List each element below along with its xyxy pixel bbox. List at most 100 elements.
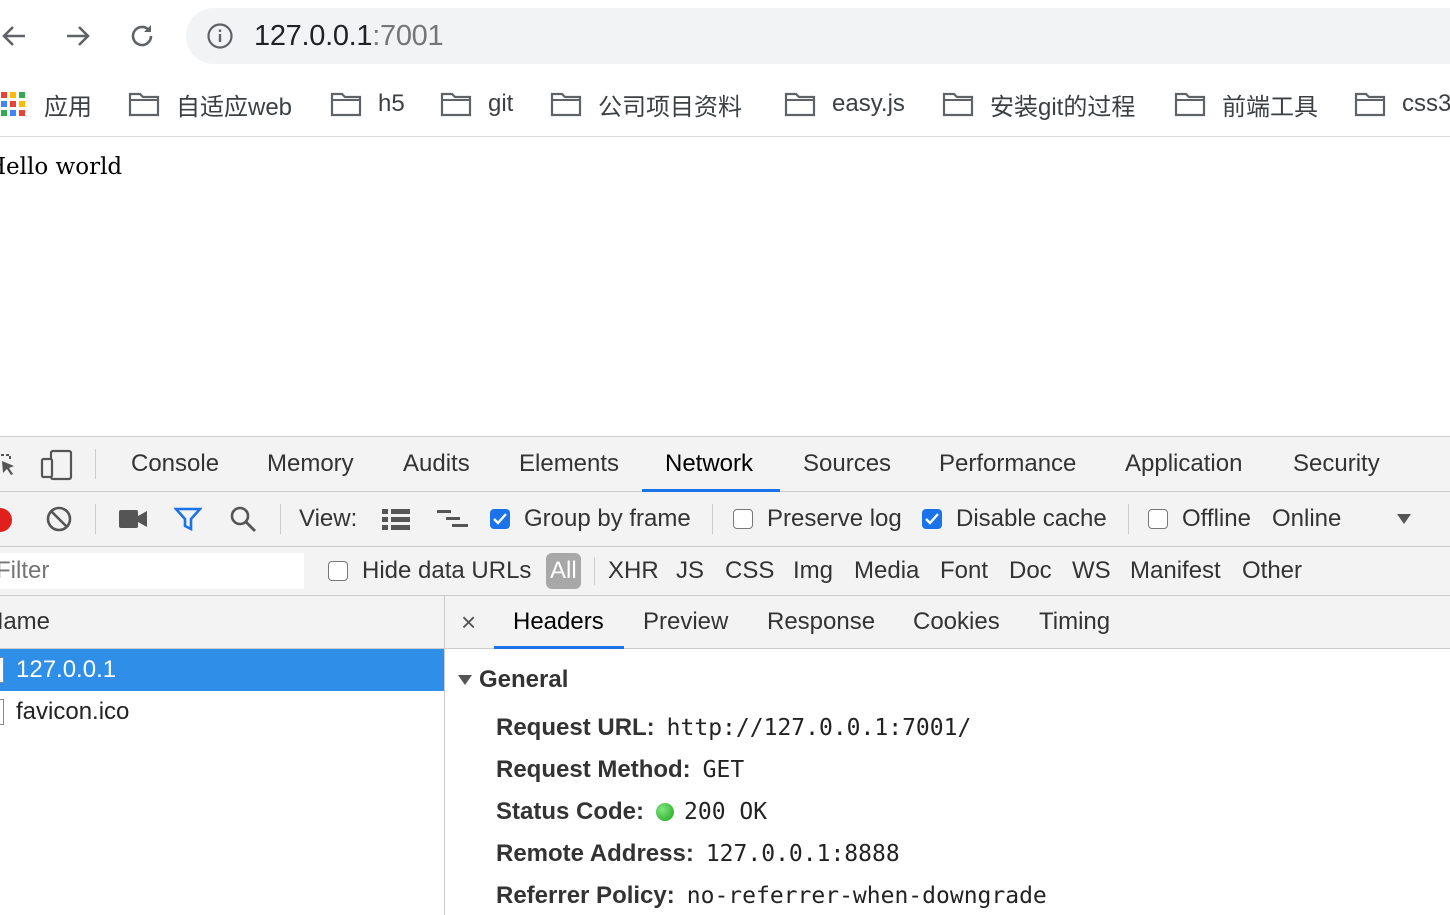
filter-type-xhr[interactable]: XHR	[608, 547, 659, 595]
filter-type-css[interactable]: CSS	[725, 547, 774, 595]
request-name: 127.0.0.1	[16, 656, 117, 683]
tab-sources[interactable]: Sources	[803, 437, 891, 491]
folder-icon	[128, 92, 160, 117]
record-icon[interactable]	[0, 506, 14, 534]
bookmark-folder[interactable]: git	[440, 84, 513, 124]
browser-toolbar: 127.0.0.1:7001	[0, 0, 1450, 74]
filter-type-media[interactable]: Media	[854, 547, 919, 595]
file-icon	[0, 699, 4, 725]
url-port: :7001	[372, 20, 444, 52]
document-file-icon	[0, 657, 4, 683]
checkbox-checked-icon	[922, 509, 942, 529]
bookmark-folder[interactable]: css3	[1354, 84, 1450, 124]
tab-cookies[interactable]: Cookies	[913, 596, 1000, 648]
bookmark-folder[interactable]: 安装git的过程	[942, 84, 1135, 124]
offline-checkbox[interactable]: Offline	[1148, 492, 1251, 546]
dropdown-arrow-icon	[1397, 514, 1411, 524]
triangle-down-icon	[458, 675, 472, 685]
filter-type-js[interactable]: JS	[676, 547, 704, 595]
bookmarks-bar: 应用 自适应web h5 git 公司项目资料 easy.js 安装git的过程…	[0, 74, 1450, 137]
bookmark-folder[interactable]: 前端工具	[1174, 84, 1318, 124]
filter-type-all[interactable]: All	[546, 553, 581, 589]
bookmark-label: css3	[1402, 90, 1450, 117]
screenshot-camera-icon[interactable]	[118, 508, 148, 530]
address-bar[interactable]: 127.0.0.1:7001	[186, 8, 1450, 64]
waterfall-overview-icon[interactable]	[436, 508, 470, 530]
filter-type-other[interactable]: Other	[1242, 547, 1302, 595]
request-row[interactable]: 127.0.0.1	[0, 649, 444, 691]
tab-headers[interactable]: Headers	[513, 596, 604, 648]
bookmark-folder[interactable]: 自适应web	[128, 84, 292, 124]
request-url-row: Request URL: http://127.0.0.1:7001/	[496, 714, 971, 742]
request-list: Name 127.0.0.1 favicon.ico	[0, 596, 445, 915]
checkbox-label: Group by frame	[524, 505, 691, 532]
tab-console[interactable]: Console	[131, 437, 219, 491]
detail-tabbar: × Headers Preview Response Cookies Timin…	[445, 596, 1450, 649]
tab-performance[interactable]: Performance	[939, 437, 1076, 491]
request-detail-panel: × Headers Preview Response Cookies Timin…	[445, 596, 1450, 915]
field-key: Request Method:	[496, 756, 691, 783]
tab-preview[interactable]: Preview	[643, 596, 728, 648]
disable-cache-checkbox[interactable]: Disable cache	[922, 492, 1107, 546]
filter-type-ws[interactable]: WS	[1072, 547, 1111, 595]
field-key: Referrer Policy:	[496, 882, 675, 909]
hide-data-urls-checkbox[interactable]: Hide data URLs	[328, 547, 531, 595]
tab-memory[interactable]: Memory	[267, 437, 354, 491]
tab-response[interactable]: Response	[767, 596, 875, 648]
referrer-policy-row: Referrer Policy: no-referrer-when-downgr…	[496, 882, 1047, 910]
reload-icon	[131, 25, 153, 47]
clear-icon[interactable]	[45, 505, 73, 533]
filter-type-img[interactable]: Img	[793, 547, 833, 595]
url-text[interactable]: 127.0.0.1:7001	[254, 20, 444, 53]
network-toolbar: View: Group by frame Preserve log Disabl…	[0, 492, 1450, 547]
inspect-element-icon[interactable]	[0, 451, 20, 479]
tab-audits[interactable]: Audits	[403, 437, 470, 491]
device-toolbar-icon[interactable]	[40, 449, 74, 481]
search-icon[interactable]	[229, 505, 257, 533]
page-body-text: Hello world	[0, 154, 123, 180]
filter-funnel-icon[interactable]	[174, 506, 202, 532]
back-button[interactable]	[0, 18, 32, 54]
tab-elements[interactable]: Elements	[519, 437, 619, 491]
bookmark-folder[interactable]: 公司项目资料	[550, 84, 742, 124]
checkbox-label: Disable cache	[956, 505, 1107, 532]
tab-network[interactable]: Network	[665, 437, 753, 491]
tab-security[interactable]: Security	[1293, 437, 1380, 491]
bookmark-folder[interactable]: h5	[330, 84, 405, 124]
close-detail-button[interactable]: ×	[461, 596, 476, 648]
filter-bar: Hide data URLs All XHR JS CSS Img Media …	[0, 547, 1450, 596]
bookmark-apps[interactable]: 应用	[0, 84, 92, 124]
forward-button[interactable]	[60, 18, 96, 54]
divider	[280, 504, 281, 534]
active-detail-tab-indicator	[494, 646, 624, 649]
checkbox-label: Preserve log	[767, 505, 902, 532]
group-by-frame-checkbox[interactable]: Group by frame	[490, 492, 691, 546]
view-label: View:	[299, 505, 358, 532]
apps-grid-icon	[1, 92, 25, 116]
folder-icon	[1354, 92, 1386, 117]
checkbox-unchecked-icon	[733, 509, 753, 529]
general-section-toggle[interactable]: General	[457, 666, 568, 694]
bookmark-label: 应用	[44, 93, 92, 121]
bookmark-label: 自适应web	[176, 93, 293, 121]
folder-icon	[942, 92, 974, 117]
bookmark-label: h5	[378, 90, 405, 117]
throttling-select[interactable]: Online	[1272, 492, 1422, 546]
tab-timing[interactable]: Timing	[1039, 596, 1110, 648]
divider	[712, 504, 713, 534]
request-row[interactable]: favicon.ico	[0, 691, 444, 733]
filter-input[interactable]	[0, 553, 304, 589]
bookmark-folder[interactable]: easy.js	[784, 84, 905, 124]
filter-type-manifest[interactable]: Manifest	[1130, 547, 1221, 595]
filter-type-doc[interactable]: Doc	[1009, 547, 1052, 595]
name-column-header[interactable]: Name	[0, 596, 50, 648]
request-list-header[interactable]: Name	[0, 596, 444, 649]
bookmark-label: 安装git的过程	[990, 93, 1136, 121]
preserve-log-checkbox[interactable]: Preserve log	[733, 492, 902, 546]
large-rows-icon[interactable]	[381, 508, 411, 530]
filter-type-font[interactable]: Font	[940, 547, 988, 595]
reload-button[interactable]	[124, 18, 160, 54]
tab-application[interactable]: Application	[1125, 437, 1242, 491]
status-code-row: Status Code: 200 OK	[496, 798, 767, 826]
site-info-icon[interactable]	[206, 22, 234, 50]
